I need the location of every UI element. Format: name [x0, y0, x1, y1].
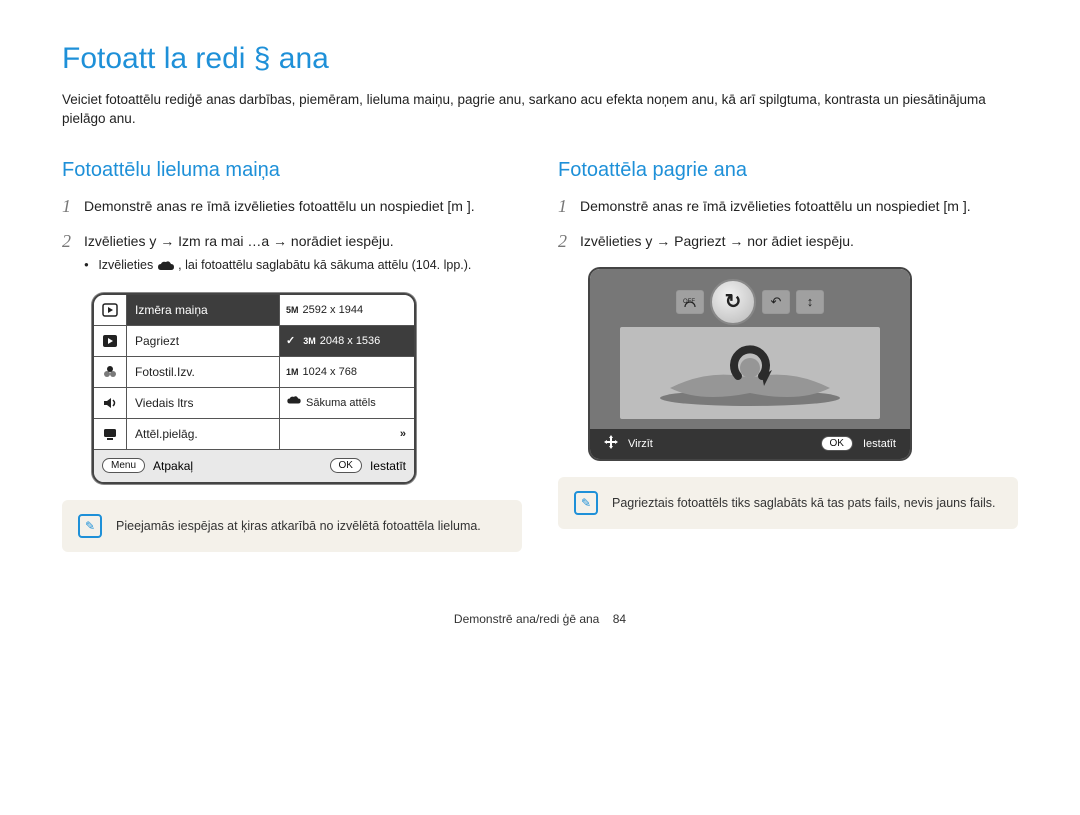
column-resize: Fotoattēlu lieluma maiņa 1 Demonstrē ana… — [62, 155, 522, 552]
startimage-icon — [286, 396, 302, 409]
opt-text: 2048 x 1536 — [320, 335, 381, 347]
step-1-body: Demonstrē anas re īmā izvēlieties fotoat… — [580, 196, 971, 218]
rotate-180-icon: ↕ — [796, 290, 824, 314]
opt-text: 2592 x 1944 — [303, 304, 364, 316]
rotate-arrow-icon — [724, 342, 776, 403]
rotate-footer: Virzīt OK Iestatīt — [590, 429, 910, 459]
startimage-icon — [157, 260, 175, 279]
step-number: 2 — [558, 231, 580, 253]
set-label: Iestatīt — [863, 438, 896, 450]
heading-rotate: Fotoattēla pagrie ana — [558, 159, 1018, 182]
opt-text: 1024 x 768 — [303, 366, 357, 378]
page-footer: Demonstrē ana/redi ģē ana 84 — [62, 612, 1018, 626]
step-number: 1 — [62, 196, 84, 218]
step-2-bullet: Izvēlieties , lai fotoattēlu saglabātu k… — [84, 256, 471, 279]
rotate-preview — [620, 327, 880, 419]
menu-item-resize: Izmēra maiņa — [127, 295, 280, 325]
sizebadge: 3M — [303, 336, 316, 346]
step-2-body: Izvēlieties y → Izm ra mai …a → norādiet… — [84, 231, 471, 279]
note-text: Pieejamās iespējas at ķiras atkarībā no … — [116, 519, 481, 533]
step-number: 1 — [558, 196, 580, 218]
footer-section: Demonstrē ana/redi ģē ana — [454, 612, 599, 626]
footer-back-label: Atpakaļ — [153, 459, 193, 473]
rotate-left-icon: ↶ — [762, 290, 790, 314]
menu-opt-3m: 3M 2048 x 1536 — [280, 326, 414, 356]
footer-set-label: Iestatīt — [370, 459, 406, 473]
note-resize: ✎ Pieejamās iespējas at ķiras atkarībā n… — [62, 500, 522, 552]
step-number: 2 — [62, 231, 84, 279]
sizebadge: 5M — [286, 305, 299, 315]
ok-button-pill: OK — [821, 436, 853, 451]
page-title: Fotoatt la redi § ana — [62, 42, 1018, 76]
camera-menu-footer: Menu Atpakaļ OK Iestatīt — [94, 449, 414, 482]
menu-item-style: Fotostil.Izv. — [127, 357, 280, 387]
menu-opt-start: Sākuma attēls — [280, 388, 414, 418]
sizebadge: 1M — [286, 367, 299, 377]
heading-resize: Fotoattēlu lieluma maiņa — [62, 159, 522, 182]
sidebar-icon-sound — [94, 388, 127, 418]
move-label: Virzīt — [628, 438, 653, 450]
note-icon: ✎ — [574, 491, 598, 515]
page-intro: Veiciet fotoattēlu rediģē anas darbības,… — [62, 90, 1018, 129]
note-icon: ✎ — [78, 514, 102, 538]
rotate-off-icon: OFF — [676, 290, 704, 314]
menu-item-adjust: Attēl.pielāg. — [127, 419, 280, 449]
camera-rotate-mock: OFF ↻ ↶ ↕ — [588, 267, 912, 461]
camera-menu-mock: Izmēra maiņa 5M 2592 x 1944 Pagriezt 3M … — [92, 293, 416, 484]
rotate-right-icon: ↻ — [710, 279, 756, 325]
move-arrows-icon — [604, 435, 618, 452]
rotate-toolbar: OFF ↻ ↶ ↕ — [676, 279, 824, 325]
step-2-body: Izvēlieties y → Pagriezt → nor ādiet ies… — [580, 231, 854, 253]
step-2-text: Izvēlieties y → Izm ra mai …a → norādiet… — [84, 233, 394, 249]
menu-item-smartfilter: Viedais ltrs — [127, 388, 280, 418]
opt-text: Sākuma attēls — [306, 397, 376, 409]
menu-opt-5m: 5M 2592 x 1944 — [280, 295, 414, 325]
note-rotate: ✎ Pagrieztais fotoattēls tiks saglabāts … — [558, 477, 1018, 529]
menu-button-pill: Menu — [102, 458, 145, 473]
sidebar-icon-tools — [94, 326, 127, 356]
menu-item-rotate: Pagriezt — [127, 326, 280, 356]
ok-button-pill: OK — [330, 458, 362, 473]
step-1-body: Demonstrē anas re īmā izvēlieties fotoat… — [84, 196, 475, 218]
sidebar-icon-play — [94, 295, 127, 325]
column-rotate: Fotoattēla pagrie ana 1 Demonstrē anas r… — [558, 155, 1018, 552]
menu-opt-1m: 1M 1024 x 768 — [280, 357, 414, 387]
sidebar-icon-effects — [94, 357, 127, 387]
note-text: Pagrieztais fotoattēls tiks saglabāts kā… — [612, 496, 996, 510]
sidebar-icon-display — [94, 419, 127, 449]
menu-opt-more — [280, 419, 414, 449]
footer-page: 84 — [613, 612, 626, 626]
